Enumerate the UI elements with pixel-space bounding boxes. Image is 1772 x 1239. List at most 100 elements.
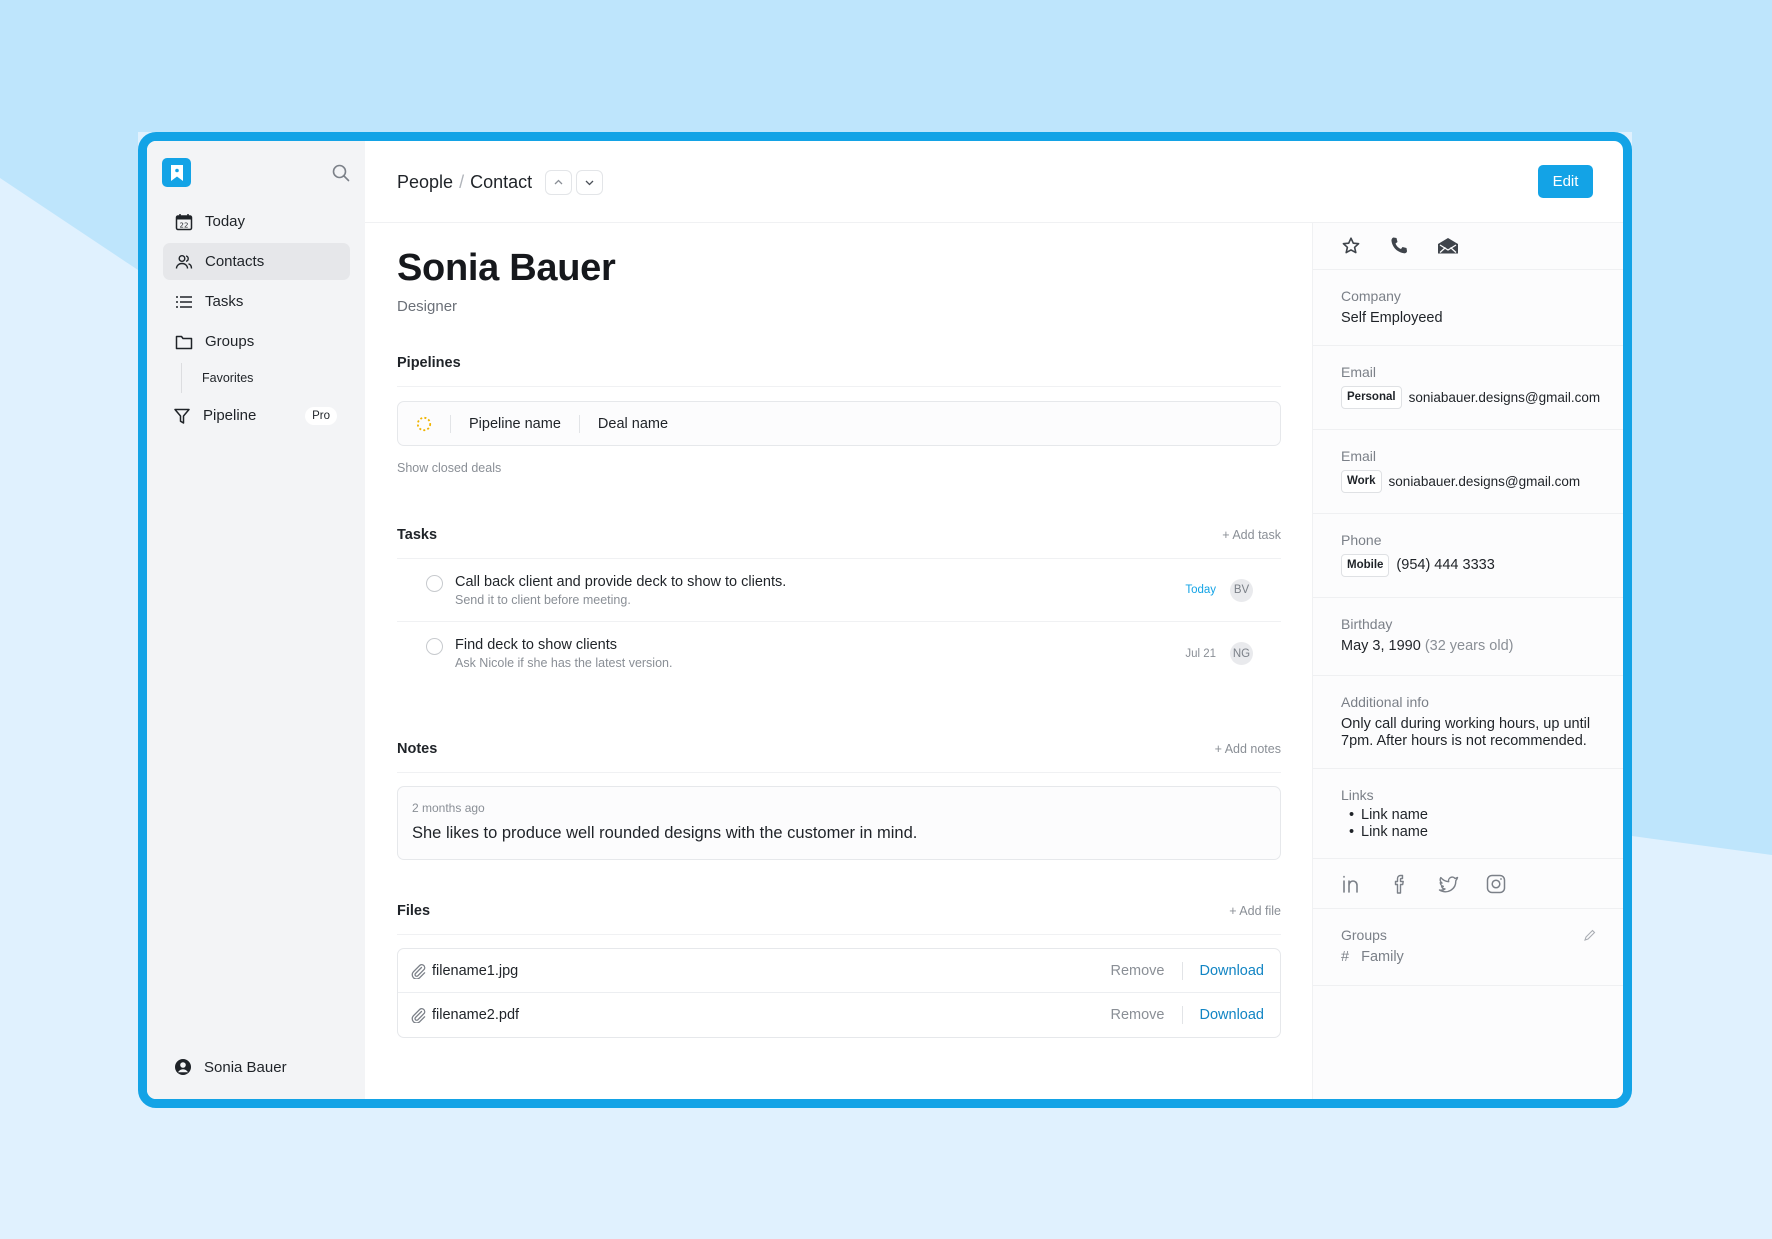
- field-label: Additional info: [1341, 694, 1429, 710]
- remove-file-button[interactable]: Remove: [1111, 963, 1165, 979]
- facebook-icon[interactable]: [1389, 873, 1411, 895]
- star-icon[interactable]: [1341, 236, 1361, 256]
- main-area: People / Contact Edit Sonia Bauer Design…: [365, 141, 1623, 1099]
- search-button[interactable]: [331, 163, 351, 183]
- links-list: Link name Link name: [1341, 807, 1623, 841]
- contact-actions: [1313, 223, 1623, 270]
- pencil-icon[interactable]: [1583, 929, 1596, 942]
- sidebar-item-label: Pipeline: [203, 407, 257, 424]
- phone-value-row: Mobile (954) 444 3333: [1341, 554, 1623, 577]
- mail-open-icon[interactable]: [1437, 236, 1459, 256]
- sidebar-item-label: Groups: [205, 333, 255, 350]
- download-file-button[interactable]: Download: [1200, 1007, 1265, 1023]
- linkedin-icon[interactable]: [1341, 873, 1363, 895]
- social-links: [1313, 859, 1623, 909]
- task-subtitle: Send it to client before meeting.: [455, 592, 631, 607]
- field-label: Groups: [1341, 927, 1387, 943]
- field-label: Email: [1341, 364, 1377, 380]
- sidebar-item-pipeline[interactable]: Pipeline Pro: [163, 397, 350, 434]
- sidebar-nav: 22 Today Contacts Tasks Groups Favorites…: [163, 203, 350, 437]
- task-item[interactable]: Find deck to show clients Ask Nicole if …: [397, 622, 1281, 685]
- sidebar-item-label: Contacts: [205, 253, 265, 270]
- sidebar-item-tasks[interactable]: Tasks: [163, 283, 350, 320]
- task-due-date: Today: [1185, 584, 1216, 596]
- field-label: Links: [1341, 787, 1374, 803]
- add-task-button[interactable]: + Add task: [1222, 528, 1281, 542]
- groups-field: Groups # Family: [1313, 909, 1623, 986]
- phone-type-tag: Mobile: [1341, 554, 1390, 577]
- section-title: Notes: [397, 741, 438, 757]
- phone-icon[interactable]: [1389, 236, 1409, 256]
- pipeline-row[interactable]: Pipeline name Deal name: [397, 401, 1281, 446]
- remove-file-button[interactable]: Remove: [1111, 1007, 1165, 1023]
- instagram-icon[interactable]: [1485, 873, 1507, 895]
- app-window: 22 Today Contacts Tasks Groups Favorites…: [138, 132, 1632, 1108]
- file-name[interactable]: filename1.jpg: [432, 963, 1111, 979]
- pipeline-status-icon: [416, 416, 432, 431]
- task-checkbox[interactable]: [426, 574, 443, 592]
- current-user-name: Sonia Bauer: [204, 1058, 287, 1076]
- details-panel: Company Self Employeed Email Personal so…: [1312, 223, 1623, 1099]
- company-value: Self Employeed: [1341, 310, 1443, 326]
- sidebar-item-today[interactable]: 22 Today: [163, 203, 350, 240]
- phone-value[interactable]: (954) 444 3333: [1396, 557, 1494, 574]
- links-field: Links Link name Link name: [1313, 769, 1623, 859]
- email-value-row: Work soniabauer.designs@gmail.com: [1341, 470, 1623, 493]
- edit-button[interactable]: Edit: [1538, 165, 1593, 198]
- download-file-button[interactable]: Download: [1200, 963, 1265, 979]
- current-user[interactable]: Sonia Bauer: [174, 1058, 287, 1076]
- breadcrumb-people[interactable]: People: [397, 172, 453, 193]
- age-value: (32 years old): [1424, 638, 1514, 654]
- section-title: Pipelines: [397, 355, 461, 371]
- pipelines-header: Pipelines: [397, 355, 1281, 387]
- file-name[interactable]: filename2.pdf: [432, 1007, 1111, 1023]
- bookmark-logo-icon: [170, 164, 183, 181]
- add-file-button[interactable]: + Add file: [1229, 904, 1281, 918]
- next-record-button[interactable]: [576, 170, 603, 195]
- contact-content: Sonia Bauer Designer Pipelines Pipeline …: [397, 223, 1281, 1038]
- task-item[interactable]: Call back client and provide deck to sho…: [397, 559, 1281, 622]
- add-notes-button[interactable]: + Add notes: [1215, 742, 1281, 756]
- calendar-icon: 22: [175, 213, 193, 231]
- task-list: Call back client and provide deck to sho…: [397, 559, 1281, 685]
- chevron-up-icon: [554, 179, 563, 185]
- svg-text:22: 22: [180, 221, 189, 229]
- email-type-tag: Work: [1341, 470, 1382, 493]
- birthday-field: Birthday May 3, 1990 (32 years old): [1313, 598, 1623, 676]
- sidebar-item-groups[interactable]: Groups: [163, 323, 350, 360]
- record-navigation: [545, 170, 603, 195]
- email-personal-field: Email Personal soniabauer.designs@gmail.…: [1313, 346, 1623, 430]
- link-item[interactable]: Link name: [1341, 824, 1623, 841]
- file-item: filename2.pdf Remove Download: [398, 993, 1280, 1037]
- email-value[interactable]: soniabauer.designs@gmail.com: [1409, 389, 1601, 406]
- field-label: Email: [1341, 448, 1377, 464]
- folder-icon: [175, 333, 193, 351]
- link-item[interactable]: Link name: [1341, 807, 1623, 824]
- company-field: Company Self Employeed: [1313, 270, 1623, 346]
- hash-icon: #: [1341, 949, 1350, 965]
- sidebar-item-contacts[interactable]: Contacts: [163, 243, 350, 280]
- tasks-section: Tasks + Add task Call back client and pr…: [397, 527, 1281, 685]
- app-logo[interactable]: [162, 158, 191, 187]
- additional-info-field: Additional info Only call during working…: [1313, 676, 1623, 769]
- twitter-icon[interactable]: [1437, 873, 1459, 895]
- task-due-date: Jul 21: [1185, 647, 1216, 660]
- pipeline-name: Pipeline name: [469, 415, 561, 432]
- contact-role: Designer: [397, 298, 458, 315]
- task-assignee-avatar: NG: [1230, 642, 1253, 665]
- task-text: Find deck to show clients Ask Nicole if …: [455, 637, 1185, 670]
- sidebar-item-label: Tasks: [205, 293, 244, 310]
- sidebar-subitem-favorites[interactable]: Favorites: [181, 363, 350, 393]
- field-label: Phone: [1341, 532, 1382, 548]
- email-value[interactable]: soniabauer.designs@gmail.com: [1389, 473, 1581, 490]
- group-tag[interactable]: # Family: [1341, 949, 1623, 965]
- section-title: Tasks: [397, 527, 438, 543]
- show-closed-deals-link[interactable]: Show closed deals: [397, 461, 1281, 475]
- field-label: Birthday: [1341, 616, 1393, 632]
- task-checkbox[interactable]: [426, 638, 443, 655]
- section-title: Files: [397, 903, 431, 919]
- note-card[interactable]: 2 months ago She likes to produce well r…: [397, 786, 1281, 860]
- additional-info-value: Only call during working hours, up until…: [1341, 716, 1591, 749]
- task-title: Find deck to show clients: [455, 637, 617, 653]
- previous-record-button[interactable]: [545, 170, 572, 195]
